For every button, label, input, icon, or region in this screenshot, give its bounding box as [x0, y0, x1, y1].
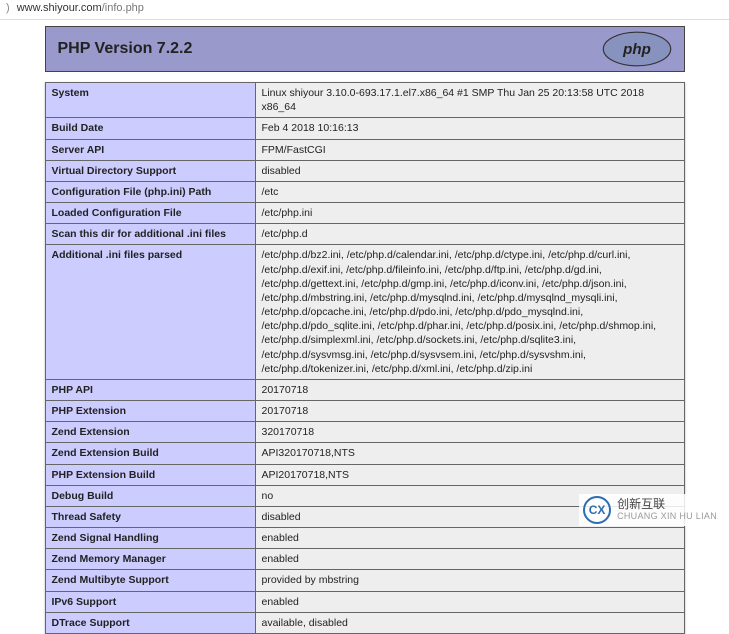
table-row: Zend Extension BuildAPI320170718,NTS: [45, 443, 684, 464]
info-key: Virtual Directory Support: [45, 160, 255, 181]
info-value: Feb 4 2018 10:16:13: [255, 118, 684, 139]
phpinfo-table: SystemLinux shiyour 3.10.0-693.17.1.el7.…: [45, 82, 685, 634]
info-value: disabled: [255, 160, 684, 181]
info-value: 320170718: [255, 422, 684, 443]
table-row: PHP Extension20170718: [45, 401, 684, 422]
info-key: PHP Extension Build: [45, 464, 255, 485]
table-row: Virtual Directory Supportdisabled: [45, 160, 684, 181]
table-row: IPv6 Supportenabled: [45, 591, 684, 612]
watermark-text-pinyin: CHUANG XIN HU LIAN: [617, 512, 717, 522]
info-key: Build Date: [45, 118, 255, 139]
info-key: Configuration File (php.ini) Path: [45, 181, 255, 202]
table-row: Zend Extension320170718: [45, 422, 684, 443]
info-value: Linux shiyour 3.10.0-693.17.1.el7.x86_64…: [255, 83, 684, 118]
info-key: Thread Safety: [45, 506, 255, 527]
table-row: Zend Memory Managerenabled: [45, 549, 684, 570]
table-row: Loaded Configuration File/etc/php.ini: [45, 203, 684, 224]
info-value: /etc/php.d: [255, 224, 684, 245]
info-key: DTrace Support: [45, 612, 255, 633]
info-key: PHP API: [45, 379, 255, 400]
info-key: Scan this dir for additional .ini files: [45, 224, 255, 245]
info-key: Zend Signal Handling: [45, 528, 255, 549]
table-row: Zend Multibyte Supportprovided by mbstri…: [45, 570, 684, 591]
watermark-logo-icon: CX: [583, 496, 611, 524]
page-body: PHP Version 7.2.2 php SystemLinux shiyou…: [0, 20, 729, 634]
info-key: Server API: [45, 139, 255, 160]
table-row: Build DateFeb 4 2018 10:16:13: [45, 118, 684, 139]
info-value: FPM/FastCGI: [255, 139, 684, 160]
info-key: Zend Multibyte Support: [45, 570, 255, 591]
table-row: PHP Extension BuildAPI20170718,NTS: [45, 464, 684, 485]
svg-text:php: php: [622, 41, 651, 58]
addr-prefix-glyph: ): [6, 2, 10, 14]
info-value: /etc: [255, 181, 684, 202]
table-row: Zend Signal Handlingenabled: [45, 528, 684, 549]
table-row: Server APIFPM/FastCGI: [45, 139, 684, 160]
table-row: DTrace Supportavailable, disabled: [45, 612, 684, 633]
info-key: Additional .ini files parsed: [45, 245, 255, 380]
table-row: Scan this dir for additional .ini files/…: [45, 224, 684, 245]
info-key: Debug Build: [45, 485, 255, 506]
info-value: /etc/php.d/bz2.ini, /etc/php.d/calendar.…: [255, 245, 684, 380]
info-key: Zend Memory Manager: [45, 549, 255, 570]
info-value: enabled: [255, 528, 684, 549]
info-key: PHP Extension: [45, 401, 255, 422]
info-key: Zend Extension: [45, 422, 255, 443]
info-value: /etc/php.ini: [255, 203, 684, 224]
table-row: SystemLinux shiyour 3.10.0-693.17.1.el7.…: [45, 83, 684, 118]
info-value: API20170718,NTS: [255, 464, 684, 485]
info-value: 20170718: [255, 379, 684, 400]
info-value: API320170718,NTS: [255, 443, 684, 464]
addr-path: /info.php: [102, 2, 144, 14]
php-logo-icon: php: [602, 31, 672, 67]
info-key: IPv6 Support: [45, 591, 255, 612]
watermark: CX 创新互联 CHUANG XIN HU LIAN: [579, 494, 721, 526]
table-row: Configuration File (php.ini) Path/etc: [45, 181, 684, 202]
info-value: available, disabled: [255, 612, 684, 633]
info-value: 20170718: [255, 401, 684, 422]
info-value: enabled: [255, 591, 684, 612]
info-key: System: [45, 83, 255, 118]
phpinfo-header: PHP Version 7.2.2 php: [45, 26, 685, 72]
addr-host: www.shiyour.com: [17, 2, 102, 14]
table-row: PHP API20170718: [45, 379, 684, 400]
info-value: provided by mbstring: [255, 570, 684, 591]
info-key: Zend Extension Build: [45, 443, 255, 464]
address-bar[interactable]: ) www.shiyour.com/info.php: [0, 0, 729, 20]
watermark-text-cn: 创新互联: [617, 498, 717, 511]
info-key: Loaded Configuration File: [45, 203, 255, 224]
table-row: Additional .ini files parsed/etc/php.d/b…: [45, 245, 684, 380]
page-title: PHP Version 7.2.2: [58, 40, 193, 58]
info-value: enabled: [255, 549, 684, 570]
